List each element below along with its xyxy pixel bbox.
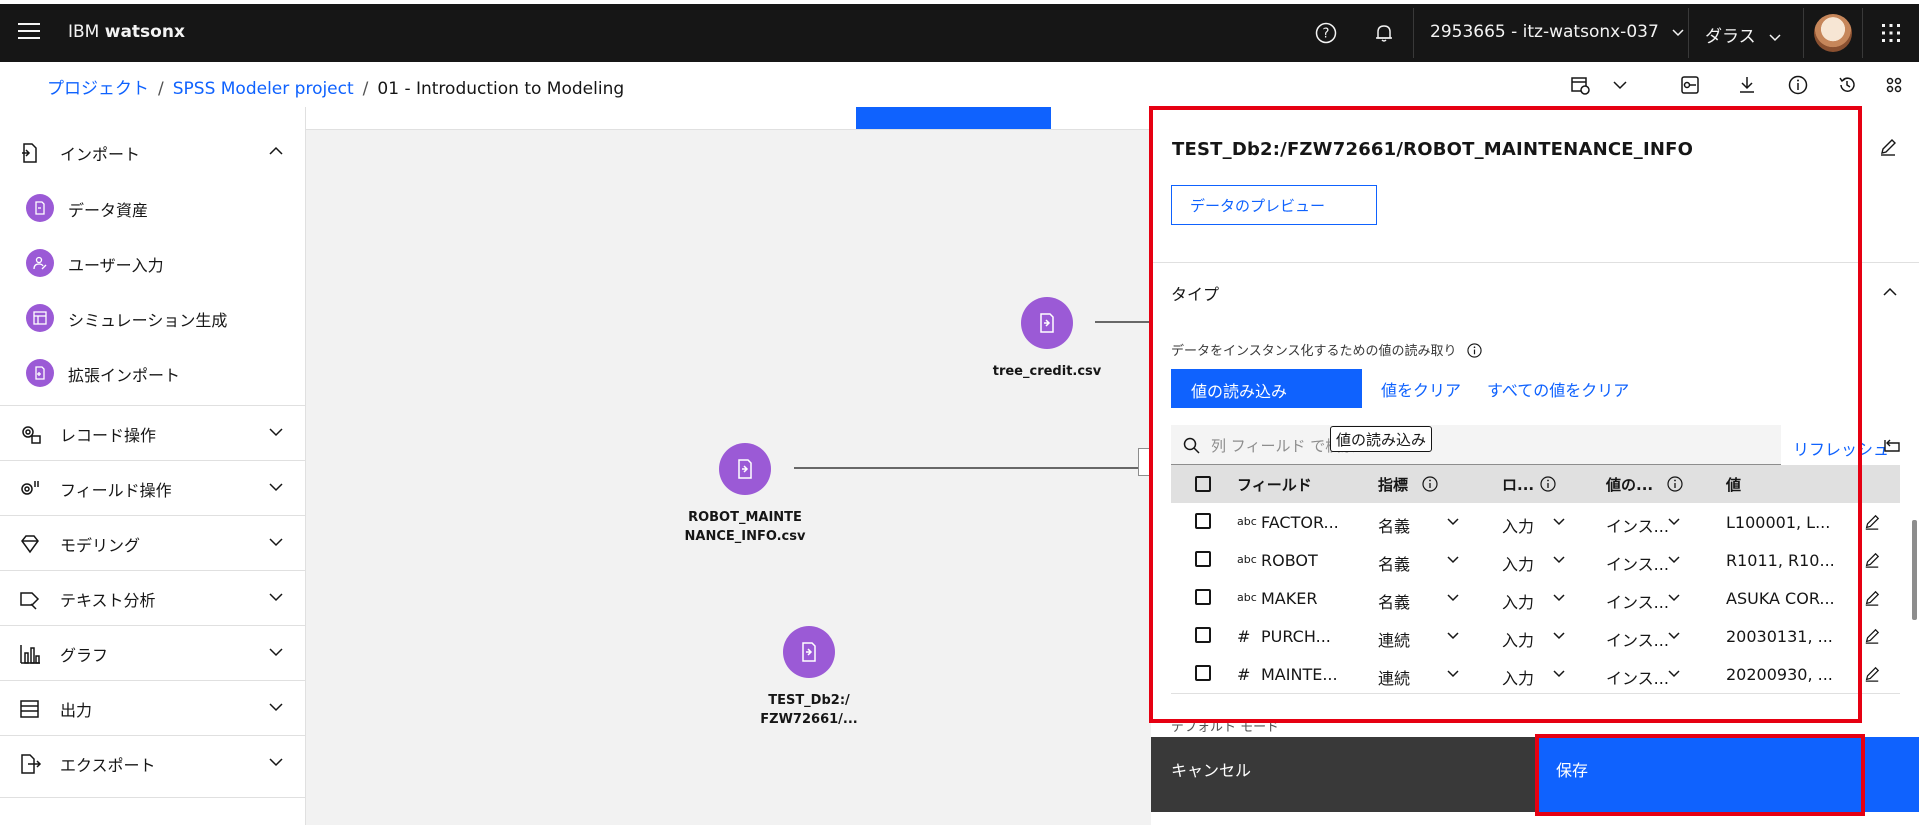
category-text-analysis[interactable]: テキスト分析 (0, 570, 305, 626)
category-label: インポート (60, 145, 141, 164)
import-icon (22, 143, 37, 163)
extension-import-icon (26, 359, 54, 387)
brand-name[interactable]: IBM watsonx (68, 22, 185, 42)
data-asset-icon (802, 642, 816, 662)
category-record-ops[interactable]: レコード操作 (0, 405, 305, 461)
palette-item-label: ユーザー入力 (68, 256, 164, 275)
chevron-down-icon (269, 758, 283, 767)
field-ops-icon (21, 481, 39, 495)
chevron-down-icon (269, 483, 283, 492)
edit-icon[interactable] (1864, 628, 1880, 644)
chevron-down-icon (269, 593, 283, 602)
palette-item-extension-import[interactable]: 拡張インポート (0, 345, 305, 400)
category-label: テキスト分析 (60, 591, 156, 610)
chevron-down-icon (269, 538, 283, 547)
palette-item-simulation[interactable]: シミュレーション生成 (0, 290, 305, 345)
undo-icon[interactable] (1883, 437, 1901, 459)
notification-icon[interactable] (1367, 16, 1401, 50)
avatar[interactable] (1814, 14, 1852, 52)
palette-item-user-input[interactable]: ユーザー入力 (0, 235, 305, 290)
edit-icon[interactable] (1864, 514, 1880, 530)
text-analysis-icon (20, 592, 40, 610)
info-icon[interactable] (1785, 74, 1811, 96)
category-graph[interactable]: グラフ (0, 625, 305, 681)
category-label: フィールド操作 (60, 481, 172, 500)
node-test-db2[interactable] (783, 626, 835, 678)
palette-item-data-asset[interactable]: データ資産 (0, 180, 305, 235)
graph-icon (20, 645, 40, 664)
breadcrumb-current: 01 - Introduction to Modeling (377, 79, 625, 99)
category-label: 出力 (60, 701, 93, 720)
chevron-down-icon (269, 648, 283, 657)
schedule-icon[interactable] (1567, 74, 1593, 96)
chevron-down-icon[interactable] (1607, 74, 1633, 96)
category-modeling[interactable]: モデリング (0, 515, 305, 571)
node-palette: インポート データ資産 ユーザー入力 シミュレーション生成 拡張インポート レコ… (0, 107, 306, 825)
breadcrumb-bar: プロジェクト / SPSS Modeler project/01 - Introdu… (0, 62, 1919, 108)
edit-icon[interactable] (1879, 138, 1897, 160)
palette-item-label: データ資産 (68, 201, 149, 220)
hamburger-menu-icon[interactable] (18, 23, 40, 43)
app-switcher-icon[interactable] (1874, 16, 1908, 50)
category-label: レコード操作 (60, 426, 157, 445)
breadcrumb-projects[interactable]: プロジェクト (47, 79, 149, 99)
node-robot-maintenance[interactable] (719, 443, 771, 495)
chevron-up-icon[interactable] (1882, 284, 1898, 304)
category-label: モデリング (60, 536, 141, 555)
category-label: グラフ (60, 646, 109, 665)
flow-icon[interactable] (1677, 74, 1703, 96)
palette-item-label: 拡張インポート (68, 366, 181, 385)
settings-icon[interactable] (1881, 74, 1907, 96)
edit-icon[interactable] (1864, 666, 1880, 682)
modeling-icon (21, 535, 39, 554)
export-icon (21, 754, 42, 774)
chevron-up-icon (269, 146, 283, 155)
record-ops-icon (22, 426, 41, 444)
category-import[interactable]: インポート (0, 125, 305, 180)
data-asset-icon (26, 194, 54, 222)
category-label: エクスポート (60, 756, 156, 775)
data-asset-icon (1040, 313, 1054, 333)
cancel-button[interactable]: キャンセル (1151, 737, 1536, 812)
chevron-down-icon (269, 703, 283, 712)
highlight-box (1149, 106, 1862, 723)
highlight-box (1535, 734, 1865, 816)
user-input-icon (26, 249, 54, 277)
svg-text:?: ? (1323, 27, 1330, 42)
top-bar: IBM watsonx ? 2953665 - itz-watsonx-037 … (0, 4, 1919, 62)
scrollbar[interactable] (1912, 520, 1917, 620)
category-field-ops[interactable]: フィールド操作 (0, 460, 305, 516)
help-icon[interactable]: ? (1309, 16, 1343, 50)
breadcrumb-project[interactable]: SPSS Modeler project (173, 79, 354, 99)
edit-icon[interactable] (1864, 552, 1880, 568)
simulation-icon (26, 304, 54, 332)
palette-item-label: シミュレーション生成 (68, 311, 228, 330)
download-icon[interactable] (1734, 74, 1760, 96)
node-tree-credit[interactable] (1021, 297, 1073, 349)
data-asset-icon (738, 459, 752, 479)
region-switcher[interactable]: ダラス (1705, 22, 1781, 47)
breadcrumb: プロジェクト / SPSS Modeler project/01 - Introdu… (47, 79, 625, 99)
node-label: tree_credit.csv (992, 364, 1102, 379)
category-export[interactable]: エクスポート (0, 735, 305, 791)
node-label: ROBOT_MAINTE NANCE_INFO.csv (684, 510, 806, 544)
history-icon[interactable] (1834, 74, 1860, 96)
account-switcher[interactable]: 2953665 - itz-watsonx-037 (1430, 22, 1684, 42)
chevron-down-icon (269, 428, 283, 437)
output-icon (20, 700, 39, 718)
node-label: TEST_Db2:/FZW72661/... (760, 693, 858, 727)
edit-icon[interactable] (1864, 590, 1880, 606)
category-output[interactable]: 出力 (0, 680, 305, 736)
